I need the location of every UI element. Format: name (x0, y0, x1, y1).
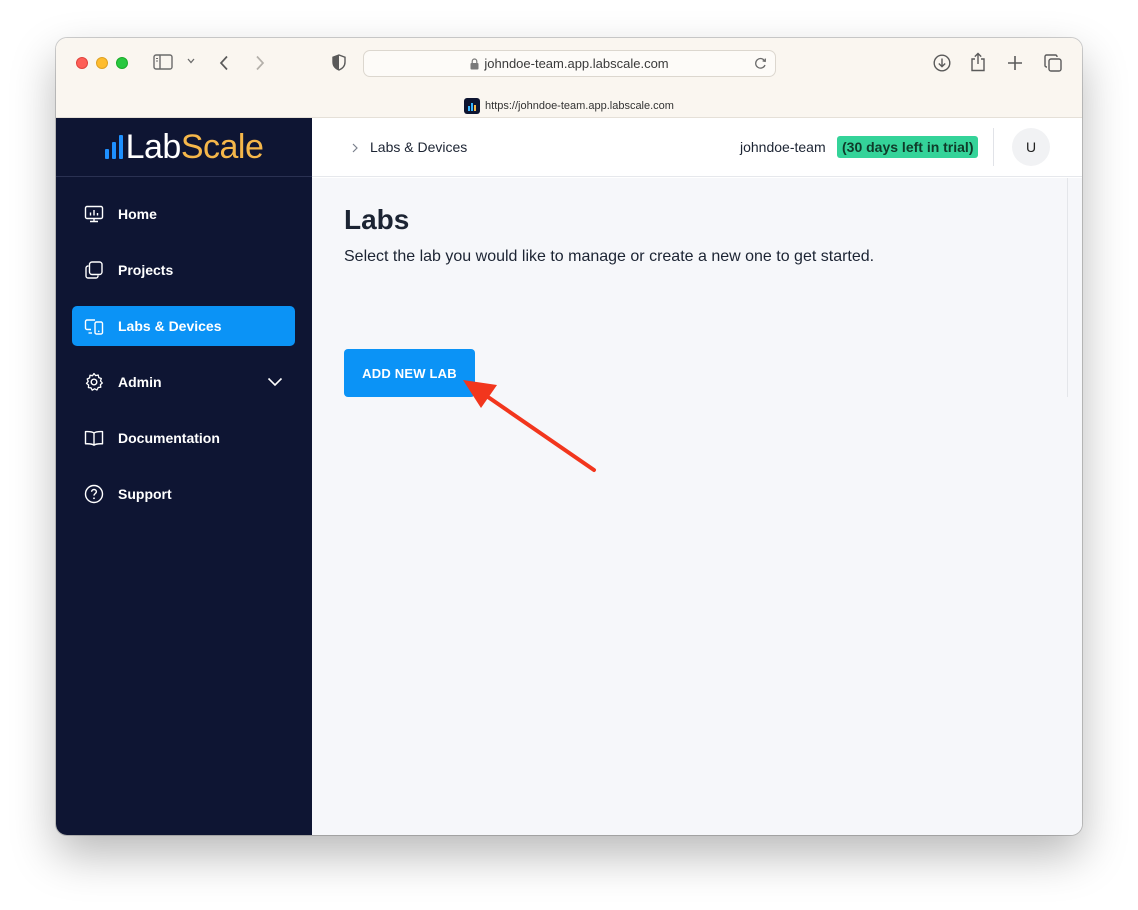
tab-title-bar[interactable]: https://johndoe-team.app.labscale.com (56, 94, 1082, 118)
download-icon[interactable] (933, 54, 951, 72)
maximize-window-button[interactable] (116, 57, 128, 69)
avatar[interactable]: U (1012, 128, 1050, 166)
forward-arrow-icon[interactable] (255, 55, 265, 71)
trial-badge: (30 days left in trial) (837, 136, 979, 158)
logo-text-scale: Scale (180, 128, 264, 166)
browser-window: johndoe-team.app.labscale.com https://jo… (56, 38, 1082, 835)
page-subtitle: Select the lab you would like to manage … (344, 248, 875, 265)
address-bar[interactable]: johndoe-team.app.labscale.com (363, 50, 776, 77)
lock-icon (470, 57, 479, 69)
header-divider (993, 128, 994, 166)
chevron-down-icon[interactable] (187, 58, 195, 64)
monitor-chart-icon (84, 204, 104, 224)
page-title: Labs (344, 204, 410, 235)
sidebar-nav: Home Projects Labs & Devices Admin Docum… (72, 194, 295, 530)
sidebar-item-label: Projects (118, 262, 174, 278)
sidebar-item-label: Labs & Devices (118, 318, 222, 334)
new-tab-plus-icon[interactable] (1007, 55, 1023, 71)
sidebar-item-label: Documentation (118, 430, 220, 446)
back-arrow-icon[interactable] (219, 55, 229, 71)
gear-icon (84, 372, 104, 392)
sidebar-item-documentation[interactable]: Documentation (72, 418, 295, 458)
team-name: johndoe-team (740, 139, 826, 155)
browser-toolbar: johndoe-team.app.labscale.com https://jo… (56, 38, 1082, 118)
sidebar: LabScale Home Projects Labs & Devices Ad… (56, 118, 312, 835)
breadcrumb-chevron-icon (352, 140, 358, 158)
sidebar-item-projects[interactable]: Projects (72, 250, 295, 290)
help-circle-icon (84, 484, 104, 504)
sidebar-item-label: Support (118, 486, 172, 502)
content-divider (1067, 178, 1068, 397)
share-icon[interactable] (970, 52, 986, 72)
address-bar-url: johndoe-team.app.labscale.com (484, 56, 669, 71)
breadcrumb[interactable]: Labs & Devices (370, 139, 467, 155)
logo-bars-icon (104, 135, 123, 159)
sidebar-item-labs-devices[interactable]: Labs & Devices (72, 306, 295, 346)
sidebar-item-home[interactable]: Home (72, 194, 295, 234)
top-header: Labs & Devices johndoe-team (30 days lef… (312, 118, 1082, 177)
logo[interactable]: LabScale (56, 118, 312, 177)
minimize-window-button[interactable] (96, 57, 108, 69)
sidebar-item-label: Home (118, 206, 157, 222)
logo-text-lab: Lab (125, 128, 182, 166)
sidebar-item-label: Admin (118, 374, 162, 390)
tab-overview-icon[interactable] (1044, 54, 1062, 72)
sidebar-toggle-icon[interactable] (153, 54, 173, 70)
tab-url: https://johndoe-team.app.labscale.com (485, 100, 674, 112)
copy-squares-icon (84, 260, 104, 280)
add-new-lab-button[interactable]: ADD NEW LAB (344, 349, 475, 397)
privacy-shield-icon[interactable] (332, 54, 346, 71)
chevron-down-icon[interactable] (267, 374, 283, 390)
labscale-favicon-icon (464, 98, 481, 114)
main-content: Labs Select the lab you would like to ma… (312, 178, 1082, 835)
devices-icon (84, 316, 104, 336)
close-window-button[interactable] (76, 57, 88, 69)
reload-icon[interactable] (754, 56, 767, 70)
book-icon (84, 428, 104, 448)
sidebar-item-admin[interactable]: Admin (72, 362, 295, 402)
sidebar-item-support[interactable]: Support (72, 474, 295, 514)
